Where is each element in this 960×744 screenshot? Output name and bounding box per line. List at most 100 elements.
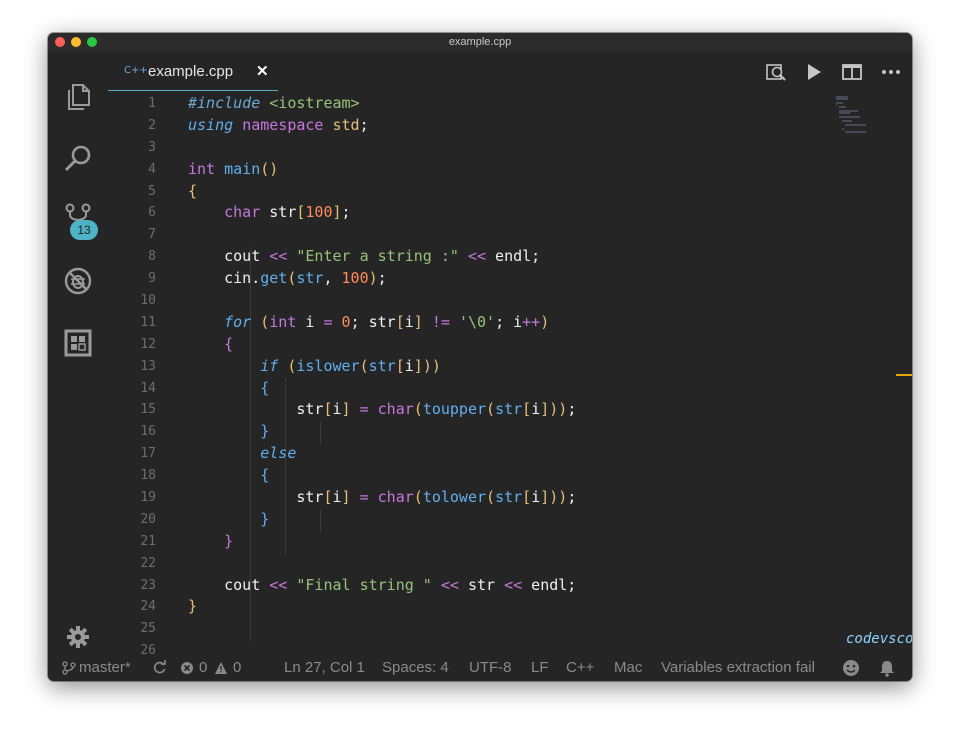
- line-text: for (int i = 0; str[i] != '\0'; i++): [224, 312, 550, 331]
- line-number: 24: [140, 599, 156, 615]
- line-text: #include <iostream>: [188, 94, 360, 112]
- branch-label[interactable]: master*: [79, 659, 131, 676]
- notifications-bell-icon[interactable]: [878, 659, 896, 677]
- code-line: 8 cout << "Enter a string :" << endl;: [108, 246, 868, 268]
- line-number: 14: [140, 380, 156, 396]
- code-line: 16 }: [108, 421, 868, 443]
- line-number: 12: [140, 336, 156, 352]
- explorer-icon[interactable]: [62, 81, 94, 113]
- error-icon[interactable]: [180, 661, 194, 675]
- code-line: 9 cin.get(str, 100);: [108, 268, 868, 290]
- cpp-file-icon: C++: [124, 65, 148, 76]
- close-tab-button[interactable]: ✕: [256, 62, 269, 80]
- line-number: 21: [140, 533, 156, 549]
- code-area[interactable]: 1 #include <iostream> 2 using namespace st…: [108, 93, 868, 662]
- line-number: 16: [140, 424, 156, 440]
- code-line: 13 if (islower(str[i])): [108, 356, 868, 378]
- code-line: 2 using namespace std;: [108, 115, 868, 137]
- line-text: str[i] = char(tolower(str[i]));: [188, 488, 577, 507]
- branch-icon: [62, 661, 76, 675]
- sync-icon[interactable]: [152, 660, 167, 675]
- line-number: 20: [140, 511, 156, 527]
- warning-icon[interactable]: [214, 661, 228, 675]
- tab-label: example.cpp: [148, 63, 234, 80]
- extensions-icon[interactable]: [62, 327, 94, 359]
- line-text: }: [260, 422, 270, 441]
- line-text: cin.get(str, 100);: [188, 269, 387, 288]
- cursor-position[interactable]: Ln 27, Col 1: [284, 659, 365, 676]
- tab-example-cpp[interactable]: C++ example.cpp ✕: [108, 51, 278, 91]
- indentation-setting[interactable]: Spaces: 4: [382, 659, 449, 676]
- line-text: {: [224, 334, 234, 353]
- source-control-badge: 13: [70, 220, 98, 240]
- line-number: 25: [140, 621, 156, 637]
- maximize-window-button[interactable]: [87, 37, 97, 47]
- code-line: 4 int main(): [108, 159, 868, 181]
- feedback-smiley-icon[interactable]: [842, 659, 860, 677]
- line-number: 18: [140, 468, 156, 484]
- status-message[interactable]: Variables extraction fail: [661, 659, 815, 676]
- title-bar: example.cpp: [48, 33, 912, 51]
- run-icon[interactable]: [803, 61, 825, 83]
- open-preview-icon[interactable]: [765, 61, 787, 83]
- activity-bar: 13: [48, 51, 108, 665]
- code-line: 24}: [108, 596, 868, 618]
- eol-setting[interactable]: LF: [531, 659, 549, 676]
- more-actions-icon[interactable]: [880, 61, 902, 83]
- close-window-button[interactable]: [55, 37, 65, 47]
- line-number: 7: [148, 227, 156, 243]
- line-text: }: [224, 531, 234, 550]
- warning-count[interactable]: 0: [233, 659, 241, 676]
- minimap[interactable]: [834, 95, 874, 135]
- code-line: 14 {: [108, 378, 868, 400]
- minimize-window-button[interactable]: [71, 37, 81, 47]
- line-text: str[i] = char(toupper(str[i]));: [188, 400, 577, 419]
- line-number: 17: [140, 446, 156, 462]
- code-line: 15 str[i] = char(toupper(str[i]));: [108, 399, 868, 421]
- line-text: using namespace std;: [188, 115, 369, 134]
- split-editor-icon[interactable]: [841, 61, 863, 83]
- code-line: 21 }: [108, 531, 868, 553]
- code-line: 6 char str[100];: [108, 202, 868, 224]
- line-number: 4: [148, 161, 156, 177]
- line-number: 22: [140, 555, 156, 571]
- line-number: 19: [140, 490, 156, 506]
- code-line: 5{: [108, 181, 868, 203]
- encoding-setting[interactable]: UTF-8: [469, 659, 512, 676]
- line-number: 10: [140, 293, 156, 309]
- window-title: example.cpp: [448, 36, 512, 48]
- code-line: 23 cout << "Final string " << str << end…: [108, 575, 868, 597]
- line-number: 8: [148, 249, 156, 265]
- code-line: 20 }: [108, 509, 868, 531]
- editor-window: example.cpp 13 C++ example.cpp ✕ 1 #incl…: [48, 33, 912, 681]
- watermark: codevscolor.com: [846, 631, 912, 647]
- code-line: 7: [108, 224, 868, 246]
- gear-icon[interactable]: [66, 625, 90, 649]
- line-number: 3: [148, 139, 156, 155]
- line-text: }: [188, 597, 198, 616]
- line-number: 11: [140, 314, 156, 330]
- debug-icon[interactable]: [62, 265, 94, 297]
- code-line: 25: [108, 618, 868, 640]
- line-number: 5: [148, 183, 156, 199]
- line-text: {: [188, 181, 198, 200]
- line-text: int main(): [188, 159, 279, 178]
- search-icon[interactable]: [62, 143, 94, 175]
- code-line: 10: [108, 290, 868, 312]
- line-number: 9: [148, 271, 156, 287]
- code-line: 18 {: [108, 465, 868, 487]
- line-number: 13: [140, 358, 156, 374]
- platform-label[interactable]: Mac: [614, 659, 642, 676]
- scrollbar-marker[interactable]: [896, 374, 912, 376]
- error-count[interactable]: 0: [199, 659, 207, 676]
- line-number: 23: [140, 577, 156, 593]
- language-mode[interactable]: C++: [566, 659, 594, 676]
- line-text: cout << "Final string " << str << endl;: [188, 575, 577, 594]
- status-bar: master* 0 0 Ln 27, Col 1 Spaces: 4 UTF-8…: [48, 655, 912, 681]
- line-text: cout << "Enter a string :" << endl;: [188, 247, 541, 266]
- line-text: {: [260, 378, 270, 397]
- code-line: 11 for (int i = 0; str[i] != '\0'; i++): [108, 312, 868, 334]
- code-editor[interactable]: 1 #include <iostream> 2 using namespace st…: [108, 91, 912, 665]
- line-number: 15: [140, 402, 156, 418]
- code-line: 17 else: [108, 443, 868, 465]
